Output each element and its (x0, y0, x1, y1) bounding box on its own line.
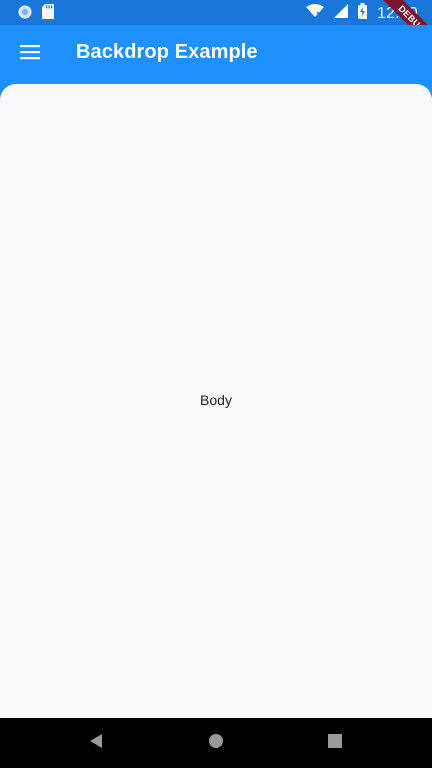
notification-circle-icon (18, 5, 32, 24)
menu-button[interactable] (6, 30, 54, 78)
backdrop-front-layer: Body (0, 84, 432, 718)
home-icon (208, 733, 224, 754)
recents-icon (328, 733, 342, 753)
status-bar: 12:10 (0, 0, 432, 25)
menu-icon (20, 44, 40, 65)
system-nav-bar (0, 718, 432, 768)
page-title: Backdrop Example (76, 41, 258, 63)
battery-charging-icon (357, 3, 367, 24)
body-text: Body (200, 392, 232, 408)
back-button[interactable] (85, 732, 107, 754)
wifi-icon (305, 4, 324, 23)
home-button[interactable] (205, 732, 227, 754)
sd-card-icon (42, 4, 54, 24)
status-bar-left (18, 4, 54, 24)
app-bar: Backdrop Example (0, 25, 432, 83)
app-screen: 12:10 DEBUG Backdrop Example Body (0, 0, 432, 768)
back-icon (89, 733, 103, 754)
recents-button[interactable] (324, 732, 346, 754)
signal-icon (333, 4, 348, 23)
